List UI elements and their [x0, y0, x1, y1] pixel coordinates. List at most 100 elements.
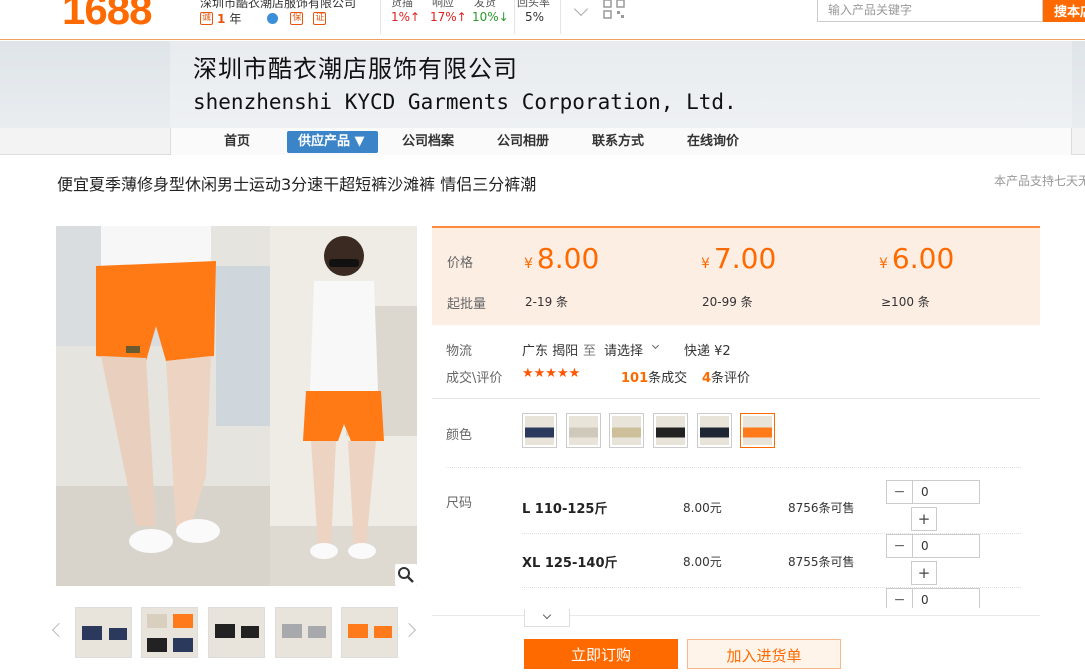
- quantity-input[interactable]: 0: [913, 589, 929, 608]
- currency-symbol: ¥: [701, 256, 710, 272]
- thumbnail[interactable]: [341, 607, 398, 658]
- ship-to-word: 至: [583, 344, 597, 359]
- reviews-label: 成交\评价: [446, 371, 503, 386]
- divider: [514, 0, 515, 34]
- search-input[interactable]: 输入产品关键字: [817, 0, 1043, 22]
- ship-from: 广东 揭阳: [522, 344, 579, 359]
- review-summary[interactable]: 4条评价: [702, 367, 750, 386]
- rating-stars: ★★★★★: [522, 366, 581, 381]
- site-logo[interactable]: 1688: [62, 0, 152, 34]
- shipping-fee: 快递 ¥2: [684, 344, 731, 359]
- nav-products[interactable]: 供应产品 ▼: [287, 131, 378, 153]
- chevron-down-icon[interactable]: [651, 341, 660, 350]
- price-tier: ¥6.00: [879, 242, 954, 275]
- review-text: 条评价: [711, 371, 751, 386]
- qty-label: 起批量: [447, 297, 487, 312]
- thumbnail[interactable]: [75, 607, 132, 658]
- stat-label: 货描: [391, 0, 413, 9]
- thumbnail[interactable]: [208, 607, 265, 658]
- nav-contact[interactable]: 联系方式: [592, 131, 644, 153]
- zoom-icon[interactable]: [395, 564, 417, 586]
- add-to-cart-button[interactable]: 加入进货单: [687, 639, 841, 669]
- stat-value: 5%: [525, 10, 545, 24]
- buy-now-button[interactable]: 立即订购: [524, 639, 678, 669]
- chevron-down-icon: [542, 610, 552, 620]
- return-policy-note: 本产品支持七天无理由退货: [994, 174, 1085, 188]
- years-unit: 年: [229, 12, 242, 26]
- increment-button[interactable]: +: [911, 561, 937, 585]
- quantity-stepper[interactable]: − 0: [886, 588, 980, 608]
- review-count: 4: [702, 371, 712, 386]
- deals-text: 条成交: [648, 371, 688, 386]
- divider: [432, 398, 1040, 399]
- price-box: [432, 226, 1040, 325]
- swatch-fill: [569, 416, 598, 445]
- decrement-button[interactable]: −: [887, 481, 913, 503]
- stat-label: 响应: [432, 0, 454, 9]
- product-title: 便宜夏季薄修身型休闲男士运动3分速干超短裤沙滩裤 情侣三分裤潮: [57, 175, 537, 194]
- swatch-fill: [525, 416, 554, 445]
- nav-inquiry[interactable]: 在线询价: [687, 131, 739, 153]
- product-main-image[interactable]: [56, 226, 417, 586]
- quantity-input[interactable]: 0: [913, 535, 929, 557]
- price-tier: ¥7.00: [701, 242, 776, 275]
- tier-qty: 20-99 条: [702, 295, 753, 309]
- price-value: 8.00: [536, 242, 600, 275]
- color-swatch[interactable]: [566, 413, 601, 448]
- nav-company-profile[interactable]: 公司档案: [402, 131, 454, 153]
- price-tier: ¥8.00: [524, 242, 599, 275]
- stat-label: 发货: [474, 0, 496, 9]
- membership-icon: 诚: [200, 12, 213, 25]
- size-price: 8.00元: [683, 501, 722, 515]
- tier-qty: ≥100 条: [881, 295, 930, 309]
- deals-summary[interactable]: 101条成交: [621, 367, 687, 386]
- thumbnail[interactable]: [141, 607, 198, 658]
- color-swatch[interactable]: [609, 413, 644, 448]
- price-label: 价格: [447, 256, 474, 271]
- swatch-fill: [612, 416, 641, 445]
- price-value: 7.00: [713, 242, 777, 275]
- increment-button[interactable]: +: [911, 507, 937, 531]
- size-name: XL 125-140斤: [522, 556, 618, 571]
- company-name-cn: 深圳市酷衣潮店服饰有限公司: [193, 55, 518, 83]
- nav-company-album[interactable]: 公司相册: [497, 131, 549, 153]
- quantity-input[interactable]: 0: [913, 481, 929, 503]
- divider: [446, 467, 1021, 468]
- destination-select[interactable]: 请选择: [604, 340, 643, 359]
- qr-code-icon[interactable]: [603, 0, 625, 19]
- product-photo: [56, 226, 417, 586]
- guarantee-icon: 保: [290, 12, 304, 25]
- size-stock: 8756条可售: [788, 501, 855, 515]
- color-swatch-selected[interactable]: [740, 413, 775, 448]
- thumb-prev-icon[interactable]: [51, 622, 67, 638]
- quantity-stepper[interactable]: − 0: [886, 480, 980, 504]
- divider: [380, 0, 381, 34]
- color-swatch[interactable]: [522, 413, 557, 448]
- size-name: L 110-125斤: [522, 502, 608, 517]
- stat-value: 1%↑: [391, 10, 421, 24]
- stat-label: 回头率: [517, 0, 550, 9]
- shop-badges: 诚 1 年 保 证: [200, 10, 327, 27]
- swatch-fill: [656, 416, 685, 445]
- nav-home[interactable]: 首页: [224, 131, 250, 153]
- stat-value: 17%↑: [430, 10, 467, 24]
- company-name-en: shenzhenshi KYCD Garments Corporation, L…: [193, 90, 737, 114]
- decrement-button[interactable]: −: [887, 589, 913, 608]
- swatch-fill: [700, 416, 729, 445]
- certified-icon: 证: [313, 12, 327, 25]
- size-label: 尺码: [446, 496, 473, 511]
- currency-symbol: ¥: [879, 256, 888, 272]
- globe-icon: [267, 13, 279, 24]
- color-swatch[interactable]: [697, 413, 732, 448]
- expand-sizes-button[interactable]: [524, 609, 570, 627]
- decrement-button[interactable]: −: [887, 535, 913, 557]
- size-price: 8.00元: [683, 555, 722, 569]
- quantity-stepper[interactable]: − 0: [886, 534, 980, 558]
- tier-qty: 2-19 条: [525, 295, 569, 309]
- swatch-fill: [743, 416, 772, 445]
- search-shop-button[interactable]: 搜本店: [1043, 0, 1085, 22]
- deals-count: 101: [621, 371, 649, 386]
- color-swatch[interactable]: [653, 413, 688, 448]
- thumbnail[interactable]: [275, 607, 332, 658]
- thumb-next-icon[interactable]: [401, 622, 417, 638]
